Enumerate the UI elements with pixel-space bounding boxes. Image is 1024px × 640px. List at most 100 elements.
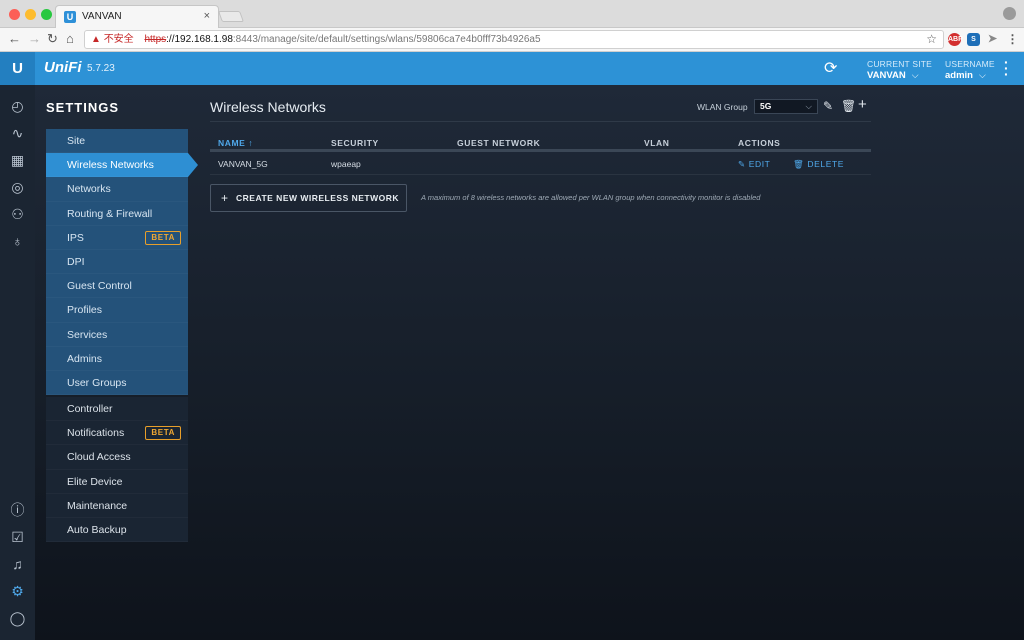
more-options-icon[interactable]: · · ·	[1004, 55, 1009, 81]
statistics-icon[interactable]: ∿	[9, 125, 26, 142]
menu-item-cloud-access[interactable]: Cloud Access	[46, 445, 188, 469]
profile-icon[interactable]	[1003, 7, 1016, 20]
cell-name: VANVAN_5G	[218, 159, 268, 169]
menu-item-label: User Groups	[67, 376, 127, 389]
tab-title: VANVAN	[82, 11, 122, 22]
alerts-icon[interactable]: ♫	[9, 556, 26, 573]
send-extension-icon[interactable]: ➤	[986, 33, 999, 46]
menu-item-notifications[interactable]: Notifications BETA	[46, 421, 188, 445]
forward-arrow-icon[interactable]: →	[28, 31, 41, 46]
beta-badge: BETA	[145, 426, 181, 441]
maximize-window-button[interactable]	[41, 9, 52, 20]
settings-menu: Site Wireless Networks Networks Routing …	[46, 129, 198, 543]
menu-item-label: Wireless Networks	[67, 159, 154, 172]
insecure-label: 不安全	[103, 34, 134, 45]
tasks-icon[interactable]: ☑	[9, 529, 26, 546]
menu-item-dpi[interactable]: DPI	[46, 250, 188, 274]
menu-item-admins[interactable]: Admins	[46, 347, 188, 371]
delete-action-button[interactable]: 🗑 DELETE	[793, 159, 844, 170]
info-icon[interactable]: ⓘ	[9, 502, 26, 519]
menu-item-label: Notifications	[67, 427, 125, 440]
username-value: admin	[945, 70, 973, 81]
username-selector[interactable]: admin ⌵	[945, 70, 986, 81]
address-bar-row: ← → ↻ ⌂ ▲ 不安全 https://192.168.1.98:8443/…	[0, 28, 1024, 52]
chevron-down-icon: ⌵	[911, 70, 919, 80]
refresh-icon[interactable]: ⟳	[824, 58, 837, 78]
menu-item-label: Maintenance	[67, 499, 128, 512]
title-divider	[210, 121, 871, 122]
column-header-name[interactable]: NAME ↑	[218, 138, 253, 148]
menu-item-site[interactable]: Site	[46, 129, 188, 153]
column-header-security[interactable]: SECURITY	[331, 138, 379, 148]
column-header-actions: ACTIONS	[738, 138, 781, 148]
wlan-group-select[interactable]: 5G ⌵	[754, 99, 818, 114]
insights-icon[interactable]: ♁	[9, 233, 26, 250]
menu-item-services[interactable]: Services	[46, 323, 188, 347]
menu-item-profiles[interactable]: Profiles	[46, 298, 188, 322]
menu-item-label: DPI	[67, 255, 85, 268]
new-tab-button[interactable]	[217, 11, 245, 22]
menu-item-elite-device[interactable]: Elite Device	[46, 470, 188, 494]
menu-item-label: IPS	[67, 231, 84, 244]
switch-extension-icon[interactable]: S	[967, 33, 980, 46]
current-site-value: VANVAN	[867, 70, 906, 81]
create-wireless-network-button[interactable]: + CREATE NEW WIRELESS NETWORK	[210, 184, 407, 212]
menu-item-label: Routing & Firewall	[67, 207, 153, 220]
menu-item-routing-firewall[interactable]: Routing & Firewall	[46, 202, 188, 226]
back-arrow-icon[interactable]: ←	[8, 31, 21, 46]
unifi-favicon-icon: U	[64, 11, 76, 23]
menu-item-maintenance[interactable]: Maintenance	[46, 494, 188, 518]
browser-tab[interactable]: U VANVAN ×	[55, 5, 219, 29]
menu-item-networks[interactable]: Networks	[46, 177, 188, 201]
table-row: VANVAN_5G wpaeap ✎ EDIT 🗑 DELETE	[210, 154, 871, 175]
brand-name: UniFi	[44, 59, 82, 76]
close-window-button[interactable]	[9, 9, 20, 20]
delete-label: DELETE	[807, 159, 845, 169]
browser-menu-icon[interactable]: ⋮	[1006, 33, 1019, 46]
clients-icon[interactable]: ⚇	[9, 206, 26, 223]
map-icon[interactable]: ▦	[9, 152, 26, 169]
url-path: :8443/manage/site/default/settings/wlans…	[232, 34, 541, 45]
menu-item-label: Profiles	[67, 304, 103, 317]
browser-tab-bar: U VANVAN ×	[0, 0, 1024, 29]
cell-security: wpaeap	[331, 159, 361, 169]
menu-item-wireless-networks[interactable]: Wireless Networks	[46, 153, 198, 178]
settings-icon[interactable]: ⚙	[9, 583, 26, 600]
sort-arrow-icon: ↑	[248, 138, 254, 148]
menu-item-user-groups[interactable]: User Groups	[46, 371, 188, 395]
dashboard-icon[interactable]: ◴	[9, 98, 26, 115]
menu-item-controller[interactable]: Controller	[46, 397, 188, 421]
bookmark-star-icon[interactable]: ☆	[926, 31, 937, 48]
delete-wlan-group-icon[interactable]: 🗑	[841, 99, 856, 113]
settings-title: SETTINGS	[46, 100, 120, 115]
devices-icon[interactable]: ◎	[9, 179, 26, 196]
column-label: NAME	[218, 138, 246, 148]
trash-icon: 🗑	[793, 159, 805, 169]
home-icon[interactable]: ⌂	[66, 31, 74, 46]
column-header-guest-network[interactable]: GUEST NETWORK	[457, 138, 540, 148]
menu-item-label: Controller	[67, 403, 113, 416]
current-site-selector[interactable]: VANVAN ⌵	[867, 70, 919, 81]
minimize-window-button[interactable]	[25, 9, 36, 20]
beta-badge: BETA	[145, 230, 181, 245]
settings-menu-group-site: Site Wireless Networks Networks Routing …	[46, 129, 198, 396]
wlan-limit-note: A maximum of 8 wireless networks are all…	[421, 193, 761, 202]
url-input[interactable]: ▲ 不安全 https://192.168.1.98:8443/manage/s…	[84, 30, 944, 49]
add-wlan-group-icon[interactable]: +	[858, 96, 867, 113]
ubiquiti-logo-icon[interactable]: U	[0, 52, 35, 85]
column-header-vlan[interactable]: VLAN	[644, 138, 670, 148]
page-title: Wireless Networks	[210, 99, 326, 115]
wlan-group-label: WLAN Group	[697, 102, 748, 112]
menu-item-guest-control[interactable]: Guest Control	[46, 274, 188, 298]
adblock-extension-icon[interactable]: ABP	[948, 33, 963, 46]
menu-item-auto-backup[interactable]: Auto Backup	[46, 518, 188, 542]
username-label: USERNAME	[945, 59, 995, 69]
reload-icon[interactable]: ↻	[47, 31, 58, 47]
edit-action-button[interactable]: ✎ EDIT	[738, 159, 770, 170]
warning-icon: ▲	[91, 34, 101, 45]
edit-wlan-group-icon[interactable]: ✎	[823, 99, 833, 113]
menu-item-label: Auto Backup	[67, 524, 127, 536]
tab-close-icon[interactable]: ×	[204, 10, 210, 22]
chat-icon[interactable]: ◯	[9, 610, 26, 627]
menu-item-ips[interactable]: IPS BETA	[46, 226, 188, 250]
